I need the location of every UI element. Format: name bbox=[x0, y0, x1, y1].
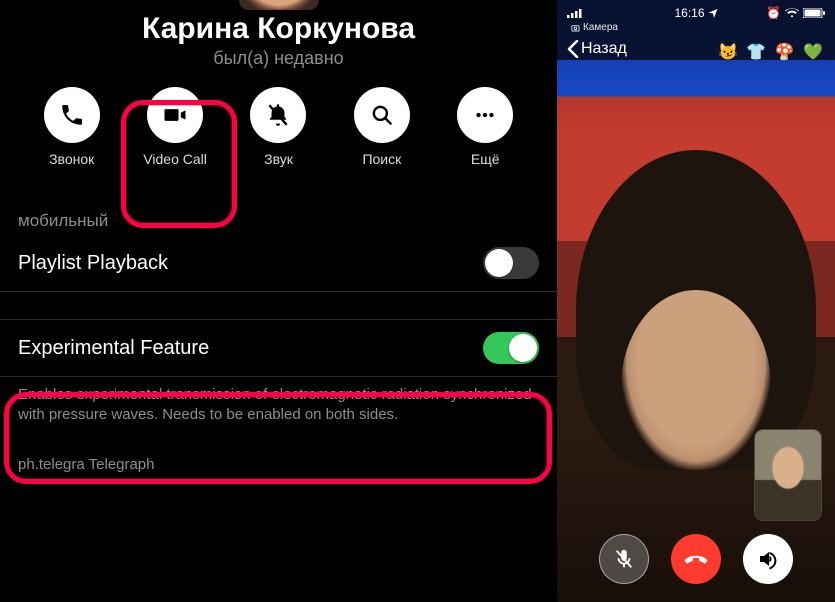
bell-off-icon bbox=[250, 87, 306, 143]
search-action[interactable]: Поиск bbox=[336, 87, 428, 167]
avatar[interactable] bbox=[239, 0, 319, 10]
more-icon bbox=[457, 87, 513, 143]
camera-icon bbox=[571, 23, 580, 32]
call-key-emojis: 😼 👕 🍄 💚 bbox=[718, 42, 825, 62]
back-button[interactable]: Назад bbox=[567, 40, 627, 58]
action-row: Звонок Video Call Звук Поиск Ещё bbox=[0, 69, 557, 177]
status-bar: 16:16 ⏰ bbox=[557, 0, 835, 22]
call-controls bbox=[557, 534, 835, 584]
location-icon bbox=[709, 9, 718, 18]
speaker-button[interactable] bbox=[743, 534, 793, 584]
contact-name: Карина Коркунова bbox=[0, 12, 557, 46]
experimental-hint: Enables experimental transmission of ele… bbox=[0, 377, 557, 426]
footer-link: ph.telegra Telegraph bbox=[0, 426, 557, 473]
hangup-icon bbox=[683, 546, 709, 572]
signal-icon bbox=[567, 8, 583, 18]
search-label: Поиск bbox=[362, 151, 401, 167]
video-call-action[interactable]: Video Call bbox=[129, 87, 221, 167]
playlist-playback-row[interactable]: Playlist Playback bbox=[0, 235, 557, 292]
camera-source-label: Камера bbox=[571, 22, 618, 33]
contact-settings-panel: Карина Коркунова был(а) недавно Звонок V… bbox=[0, 0, 557, 602]
mobile-section-label: мобильный bbox=[0, 201, 557, 235]
experimental-label: Experimental Feature bbox=[18, 337, 209, 360]
phone-icon bbox=[44, 87, 100, 143]
playlist-label: Playlist Playback bbox=[18, 252, 168, 275]
more-action[interactable]: Ещё bbox=[439, 87, 531, 167]
end-call-button[interactable] bbox=[671, 534, 721, 584]
wifi-icon bbox=[785, 8, 799, 18]
contact-status: был(а) недавно bbox=[0, 48, 557, 69]
mute-action[interactable]: Звук bbox=[232, 87, 324, 167]
video-camera-icon bbox=[147, 87, 203, 143]
video-call-label: Video Call bbox=[143, 151, 207, 167]
experimental-feature-row[interactable]: Experimental Feature bbox=[0, 320, 557, 377]
search-icon bbox=[354, 87, 410, 143]
alarm-icon: ⏰ bbox=[766, 6, 781, 20]
playlist-toggle[interactable] bbox=[483, 247, 539, 279]
back-label: Назад bbox=[581, 40, 627, 58]
self-preview[interactable] bbox=[755, 430, 821, 520]
chevron-left-icon bbox=[567, 40, 579, 58]
more-label: Ещё bbox=[471, 151, 500, 167]
call-action[interactable]: Звонок bbox=[26, 87, 118, 167]
call-label: Звонок bbox=[49, 151, 94, 167]
mute-mic-button[interactable] bbox=[599, 534, 649, 584]
video-call-screen: 16:16 ⏰ Камера Назад 😼 👕 🍄 💚 bbox=[557, 0, 835, 602]
mute-label: Звук bbox=[264, 151, 293, 167]
battery-icon bbox=[803, 8, 825, 18]
speaker-icon bbox=[756, 547, 780, 571]
microphone-off-icon bbox=[613, 548, 635, 570]
status-time: 16:16 bbox=[674, 6, 704, 20]
experimental-toggle[interactable] bbox=[483, 332, 539, 364]
